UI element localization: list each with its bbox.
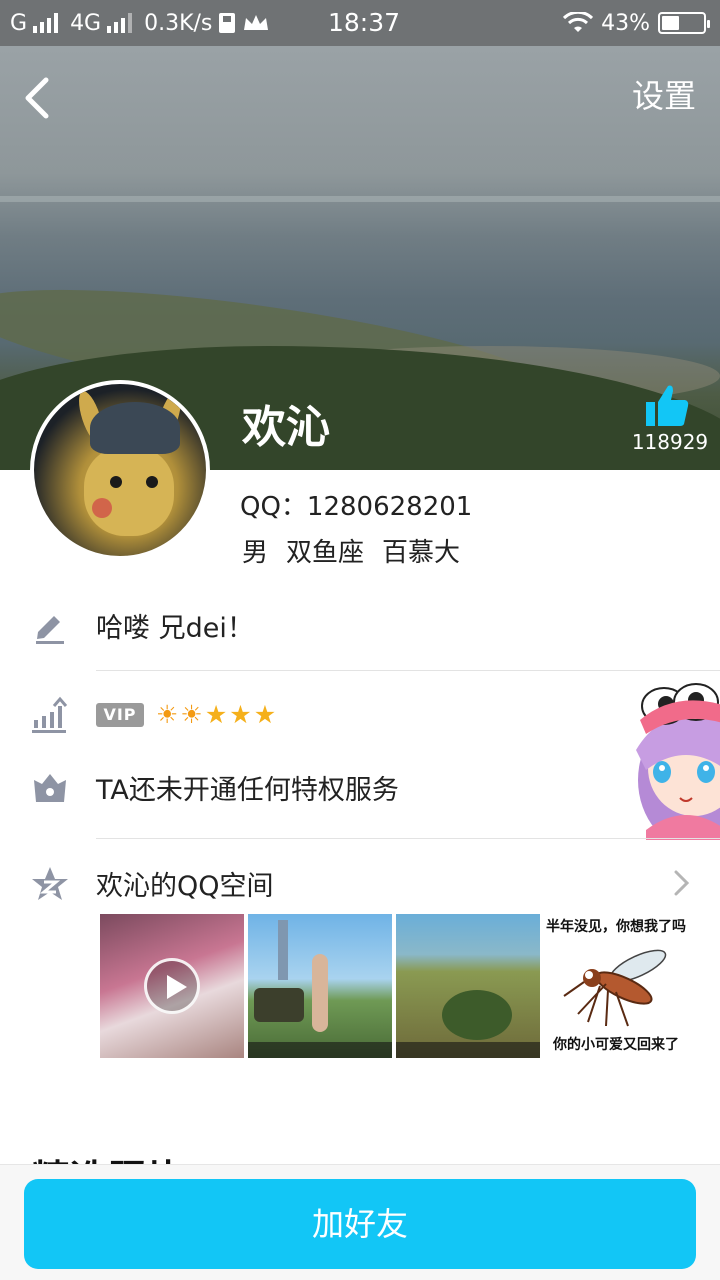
mosquito-image (563, 949, 667, 1027)
qzone-title[interactable]: 欢沁的QQ空间 (96, 864, 274, 903)
qzone-photo-video[interactable] (100, 914, 244, 1058)
star-icon: ★ (253, 700, 277, 729)
privilege-text[interactable]: TA还未开通任何特权服务 (96, 768, 399, 807)
meme-caption-top: 半年没见，你想我了吗 (546, 919, 686, 935)
play-icon (144, 958, 200, 1014)
bottom-action-bar: 加好友 (0, 1164, 720, 1280)
sim-icon (219, 13, 236, 33)
qzone-photo-meme[interactable]: 半年没见，你想我了吗 你的小可爱又回来了 (544, 914, 688, 1058)
divider (96, 838, 720, 839)
pencil-icon (36, 616, 64, 644)
star-icon: ★ (229, 700, 252, 729)
level-icon (32, 696, 68, 733)
back-arrow-icon[interactable] (18, 76, 58, 120)
profile-name: 欢沁 (242, 402, 330, 453)
network-type: 4G (70, 10, 102, 36)
gender-tag: 男 (242, 538, 269, 568)
thumbs-up-icon[interactable] (644, 382, 690, 428)
clock: 18:37 (328, 8, 401, 37)
carrier-label: G (10, 10, 28, 36)
qq-number: QQ：1280628201 (240, 492, 473, 522)
vip-badge[interactable]: VIP (96, 703, 144, 727)
wifi-icon (563, 12, 594, 32)
crown-icon (244, 15, 269, 30)
qzone-photo[interactable] (248, 914, 392, 1058)
avatar[interactable] (30, 380, 210, 560)
qzone-photos: 半年没见，你想我了吗 你的小可爱又回来了 (100, 914, 688, 1058)
network-speed: 0.3K/s (144, 10, 213, 36)
battery-icon (658, 12, 710, 34)
mascot-character[interactable] (626, 680, 720, 840)
qzone-photo[interactable] (396, 914, 540, 1058)
signal-icon (107, 13, 133, 33)
profile-tags: 男 双鱼座 百慕大 (242, 532, 460, 569)
sun-icon: ☀ (156, 700, 179, 729)
level-stars: ☀ ☀ ★ ★ ★ (156, 700, 276, 730)
star-icon: ★ (204, 700, 228, 729)
status-bar: G 4G 0.3K/s 18:37 43% (0, 0, 720, 46)
chevron-right-icon[interactable] (672, 868, 692, 898)
signal-icon (33, 13, 59, 33)
signature-text[interactable]: 哈喽 兄dei！ (96, 606, 254, 645)
sun-icon: ☀ (180, 700, 203, 729)
battery-percent: 43% (601, 10, 650, 36)
zodiac-tag: 双鱼座 (286, 538, 365, 568)
divider (96, 670, 720, 671)
crown-outline-icon (34, 774, 66, 802)
school-tag: 百慕大 (382, 538, 461, 568)
settings-button[interactable]: 设置 (632, 74, 696, 118)
add-friend-button[interactable]: 加好友 (24, 1179, 696, 1269)
qzone-star-icon (32, 867, 68, 900)
meme-caption-bottom: 你的小可爱又回来了 (553, 1037, 679, 1053)
like-count: 118929 (631, 430, 709, 454)
